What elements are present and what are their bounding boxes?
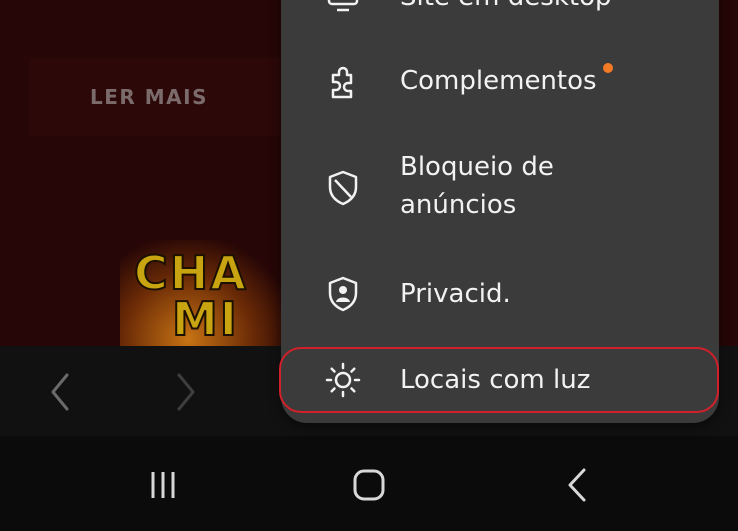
read-more-label: LER MAIS <box>90 85 208 109</box>
menu-item-label: Locais com luz <box>400 365 591 395</box>
back-icon <box>568 468 586 502</box>
home-button[interactable] <box>344 462 394 508</box>
menu-item-ad-blocking[interactable]: Bloqueio de anúncios <box>281 148 719 228</box>
banner-logo-text: CHA MI <box>133 246 248 346</box>
puzzle-icon <box>323 62 363 102</box>
menu-item-desktop-site[interactable]: Site em desktop <box>281 0 719 20</box>
chevron-right-icon <box>177 373 195 411</box>
menu-item-label: Site em desktop <box>400 0 611 16</box>
menu-item-label: Complementos <box>400 66 597 96</box>
menu-item-complementos[interactable]: Complementos <box>281 60 719 104</box>
menu-item-lighted-places[interactable]: Locais com luz <box>281 358 719 402</box>
read-more-button[interactable]: LER MAIS <box>30 58 280 136</box>
menu-item-label-line1: Bloqueio de <box>400 152 554 182</box>
recents-button[interactable] <box>138 462 188 508</box>
privacy-shield-icon <box>323 274 363 314</box>
recents-icon <box>151 472 175 498</box>
browser-back-button[interactable] <box>40 372 80 412</box>
shield-block-icon <box>323 168 363 208</box>
menu-item-label-line2: anúncios <box>400 190 517 220</box>
browser-forward-button[interactable] <box>166 372 206 412</box>
chevron-left-icon <box>51 373 69 411</box>
sun-icon <box>323 360 363 400</box>
notification-dot <box>603 63 613 73</box>
menu-item-privacy[interactable]: Privacid. <box>281 272 719 316</box>
menu-item-label: Privacid. <box>400 279 511 309</box>
desktop-icon <box>323 0 363 20</box>
browser-overflow-menu: Site em desktop Complementos Bloqueio de… <box>281 0 719 423</box>
system-back-button[interactable] <box>552 462 602 508</box>
home-icon <box>353 469 385 501</box>
